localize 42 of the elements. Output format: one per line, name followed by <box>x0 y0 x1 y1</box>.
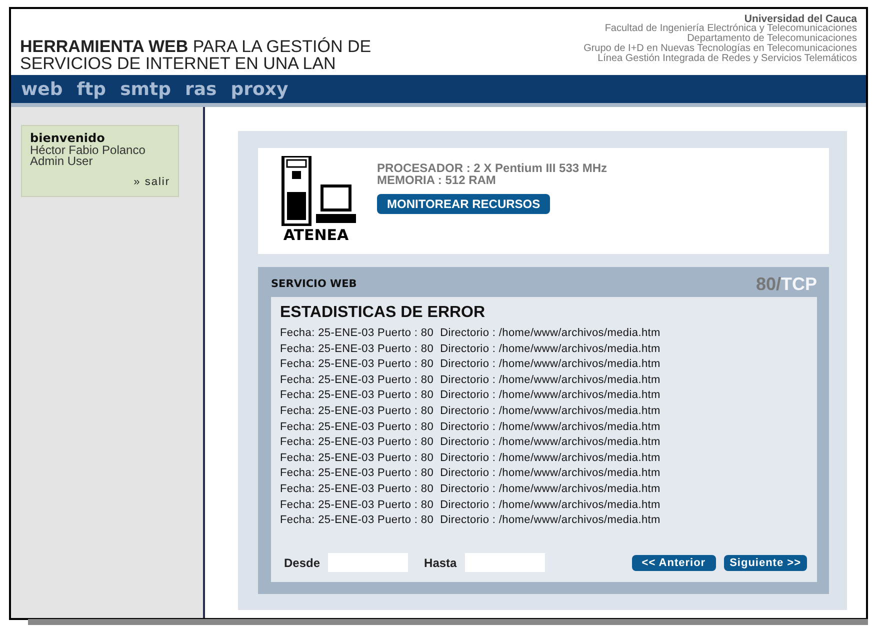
memory-text: MEMORIA : 512 RAM <box>377 174 497 186</box>
previous-button[interactable]: << Anterior <box>632 554 716 570</box>
from-field[interactable] <box>328 553 408 572</box>
error-row-text: Fecha: 25-ENE-03 Puerto : 80 Directorio : /home/www/archivos/media.htm <box>280 326 662 341</box>
from-label: Desde <box>284 556 320 570</box>
institution-text: Departamento de Telecomunicaciones <box>687 34 857 44</box>
processor-text: PROCESADOR : 2 X Pentium III 533 MHz <box>377 162 608 174</box>
nav-link[interactable]: ras <box>185 78 217 100</box>
next-button[interactable]: Siguiente >> <box>724 554 807 570</box>
error-row-text: Fecha: 25-ENE-03 Puerto : 80 Directorio : /home/www/archivos/media.htm <box>280 342 662 357</box>
nav-link[interactable]: ftp <box>76 78 106 100</box>
to-field[interactable] <box>464 553 545 572</box>
error-row-text: Fecha: 25-ENE-03 Puerto : 80 Directorio : /home/www/archivos/media.htm <box>280 357 662 372</box>
error-row-text: Fecha: 25-ENE-03 Puerto : 80 Directorio : /home/www/archivos/media.htm <box>280 372 662 388</box>
error-row-text: Fecha: 25-ENE-03 Puerto : 80 Directorio : /home/www/archivos/media.htm <box>280 513 662 528</box>
logout-link[interactable]: » salir <box>134 176 170 188</box>
to-label: Hasta <box>424 556 457 570</box>
error-row-text: Fecha: 25-ENE-03 Puerto : 80 Directorio : /home/www/archivos/media.htm <box>280 388 662 404</box>
error-row-text: Fecha: 25-ENE-03 Puerto : 80 Directorio : /home/www/archivos/media.htm <box>280 435 662 450</box>
nav-link[interactable]: smtp <box>120 78 172 100</box>
user-name: Héctor Fabio Polanco <box>30 145 146 156</box>
error-title: ESTADISTICAS DE ERROR <box>280 304 486 322</box>
port-label: 80/TCP <box>756 274 817 294</box>
nav-link[interactable]: proxy <box>230 78 288 100</box>
error-row-text: Fecha: 25-ENE-03 Puerto : 80 Directorio : /home/www/archivos/media.htm <box>280 466 662 482</box>
monitor-button[interactable]: MONITOREAR RECURSOS <box>377 194 550 214</box>
service-title: SERVICIO WEB <box>271 278 357 290</box>
greeting-text: bienvenido <box>30 131 106 145</box>
user-role: Admin User <box>30 156 93 167</box>
institution-text: Línea Gestión Integrada de Redes y Servicios Telemáticos <box>598 54 857 64</box>
error-row-text: Fecha: 25-ENE-03 Puerto : 80 Directorio : /home/www/archivos/media.htm <box>280 450 662 466</box>
error-row-text: Fecha: 25-ENE-03 Puerto : 80 Directorio : /home/www/archivos/media.htm <box>280 482 662 497</box>
app-title-line: SERVICIOS DE INTERNET EN UNA LAN <box>20 55 337 72</box>
server-name: ATENEA <box>283 226 349 244</box>
error-row-text: Fecha: 25-ENE-03 Puerto : 80 Directorio : /home/www/archivos/media.htm <box>280 404 662 419</box>
institution-text: Facultad de Ingeniería Electrónica y Telecomunicaciones <box>604 24 857 34</box>
error-row-text: Fecha: 25-ENE-03 Puerto : 80 Directorio : /home/www/archivos/media.htm <box>280 498 662 513</box>
institution-text: Universidad del Cauca <box>744 14 857 24</box>
error-row-text: Fecha: 25-ENE-03 Puerto : 80 Directorio : /home/www/archivos/media.htm <box>280 420 662 435</box>
nav-link[interactable]: web <box>21 78 63 100</box>
app-title: HERRAMIENTA WEB PARA LA GESTIÓN DE <box>20 38 372 55</box>
institution-text: Grupo de I+D en Nuevas Tecnologías en Telecomunicaciones <box>584 44 857 54</box>
